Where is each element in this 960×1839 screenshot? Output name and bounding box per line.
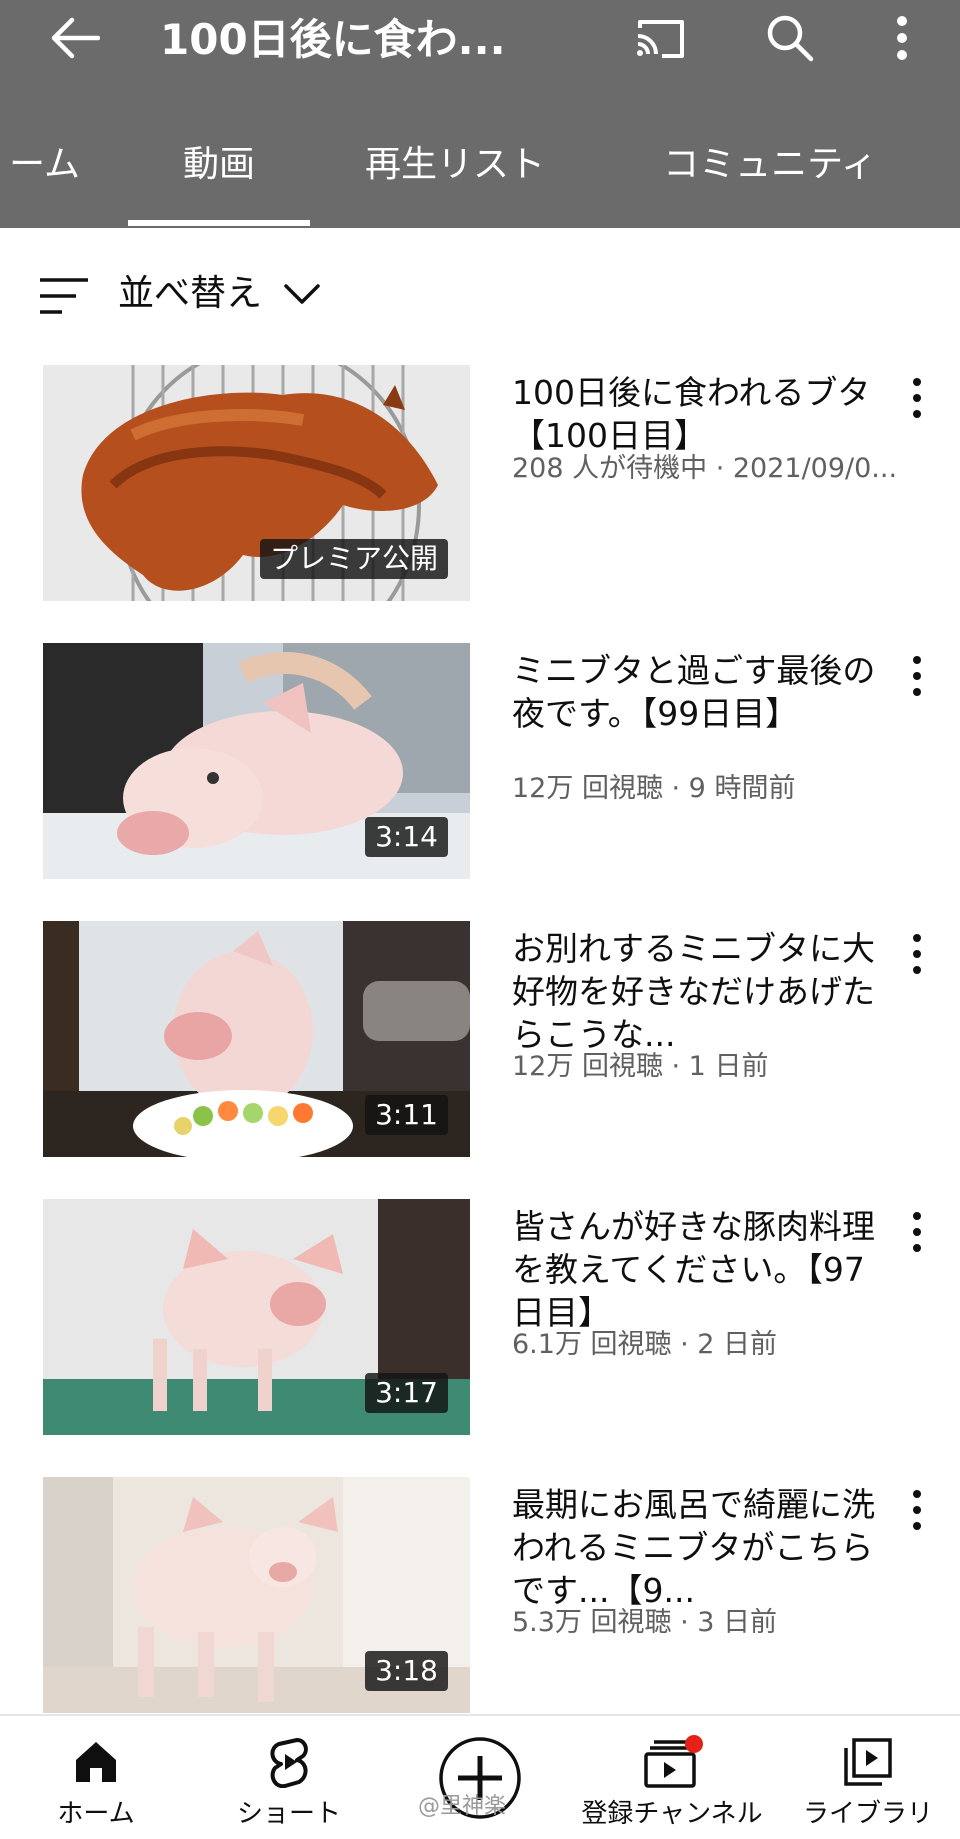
video-title[interactable]: 皆さんが好きな豚肉料理を教えてください。【97日目】 bbox=[512, 1205, 882, 1334]
video-thumbnail[interactable]: 3:14 bbox=[43, 643, 470, 879]
more-vert-icon[interactable] bbox=[900, 651, 934, 701]
video-title[interactable]: 100日後に食われるブタ【100日目】 bbox=[512, 371, 882, 457]
sort-button[interactable]: 並べ替え bbox=[0, 262, 960, 326]
channel-header: 100日後に食わ... ーム 動画 再生リスト コミュニティ bbox=[0, 0, 960, 228]
nav-home[interactable]: ホーム bbox=[30, 1716, 162, 1839]
more-vert-icon[interactable] bbox=[900, 373, 934, 423]
tab-playlists[interactable]: 再生リスト bbox=[350, 130, 560, 228]
more-vert-icon[interactable] bbox=[900, 1207, 934, 1257]
more-vert-icon[interactable] bbox=[900, 1485, 934, 1535]
premiere-badge: プレミア公開 bbox=[259, 539, 448, 579]
duration-badge: 3:14 bbox=[365, 817, 448, 857]
video-list-item[interactable]: 3:18 最期にお風呂で綺麗に洗われるミニブタがこちらです...【9... 5.… bbox=[0, 1477, 960, 1717]
video-meta: 208 人が待機中 · 2021/09/0... bbox=[512, 453, 898, 484]
nav-subscriptions-label: 登録チャンネル bbox=[581, 1799, 763, 1829]
duration-badge: 3:11 bbox=[365, 1095, 448, 1135]
video-thumbnail[interactable]: 3:18 bbox=[43, 1477, 470, 1713]
tab-community[interactable]: コミュニティ bbox=[640, 130, 900, 228]
duration-badge: 3:17 bbox=[365, 1373, 448, 1413]
library-icon bbox=[844, 1738, 892, 1786]
top-app-bar: 100日後に食わ... bbox=[0, 0, 960, 78]
nav-home-label: ホーム bbox=[57, 1799, 135, 1829]
cast-button[interactable] bbox=[630, 10, 690, 66]
back-button[interactable] bbox=[44, 10, 104, 66]
duration-badge: 3:18 bbox=[365, 1651, 448, 1691]
video-list-item[interactable]: 3:17 皆さんが好きな豚肉料理を教えてください。【97日目】 6.1万 回視聴… bbox=[0, 1199, 960, 1439]
subscriptions-icon bbox=[644, 1735, 703, 1788]
nav-shorts-label: ショート bbox=[236, 1799, 341, 1829]
cast-icon bbox=[637, 20, 684, 58]
sort-icon bbox=[40, 278, 88, 314]
nav-subscriptions[interactable]: 登録チャンネル bbox=[570, 1716, 774, 1839]
sort-label: 並べ替え bbox=[118, 273, 263, 314]
video-title[interactable]: ミニブタと過ごす最後の夜です。【99日目】 bbox=[512, 649, 882, 735]
channel-tabs: ーム 動画 再生リスト コミュニティ bbox=[0, 130, 960, 228]
arrow-left-icon bbox=[51, 17, 100, 59]
more-options-button[interactable] bbox=[872, 10, 932, 66]
tab-videos[interactable]: 動画 bbox=[128, 130, 310, 228]
bottom-navigation: ホーム ショート 登録チャンネル ライブラリ @里神楽 bbox=[0, 1714, 960, 1839]
video-list-item[interactable]: 3:11 お別れするミニブタに大好物を好きなだけあげたらこうな... 12万 回… bbox=[0, 921, 960, 1161]
video-title[interactable]: 最期にお風呂で綺麗に洗われるミニブタがこちらです...【9... bbox=[512, 1483, 882, 1612]
video-thumbnail[interactable]: プレミア公開 bbox=[43, 365, 470, 601]
search-button[interactable] bbox=[760, 10, 820, 66]
more-vert-icon bbox=[897, 16, 907, 60]
nav-shorts[interactable]: ショート bbox=[222, 1716, 356, 1839]
video-title[interactable]: お別れするミニブタに大好物を好きなだけあげたらこうな... bbox=[512, 927, 882, 1056]
more-vert-icon[interactable] bbox=[900, 929, 934, 979]
video-meta: 5.3万 回視聴 · 3 日前 bbox=[512, 1607, 778, 1638]
video-meta: 12万 回視聴 · 9 時間前 bbox=[512, 773, 796, 804]
shorts-icon bbox=[270, 1738, 308, 1788]
watermark: @里神楽 bbox=[418, 1794, 507, 1819]
channel-title: 100日後に食わ... bbox=[160, 15, 506, 64]
tab-home[interactable]: ーム bbox=[0, 130, 80, 228]
nav-library[interactable]: ライブラリ bbox=[790, 1716, 946, 1839]
active-tab-indicator bbox=[128, 220, 310, 226]
video-meta: 6.1万 回視聴 · 2 日前 bbox=[512, 1329, 778, 1360]
video-meta: 12万 回視聴 · 1 日前 bbox=[512, 1051, 769, 1082]
video-thumbnail[interactable]: 3:11 bbox=[43, 921, 470, 1157]
home-icon bbox=[76, 1742, 116, 1782]
search-icon bbox=[767, 15, 814, 62]
video-list-item[interactable]: プレミア公開 100日後に食われるブタ【100日目】 208 人が待機中 · 2… bbox=[0, 365, 960, 605]
nav-library-label: ライブラリ bbox=[802, 1799, 933, 1829]
chevron-down-icon bbox=[284, 284, 320, 304]
video-thumbnail[interactable]: 3:17 bbox=[43, 1199, 470, 1435]
video-list-item[interactable]: 3:14 ミニブタと過ごす最後の夜です。【99日目】 12万 回視聴 · 9 時… bbox=[0, 643, 960, 883]
